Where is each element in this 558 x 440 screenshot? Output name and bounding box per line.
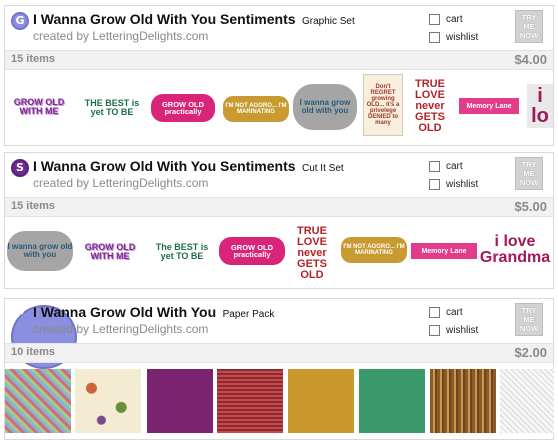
product-header: S I Wanna Grow Old With You Sentiments C…: [5, 153, 553, 197]
cart-label: cart: [446, 14, 463, 25]
thumbnail[interactable]: GROW OLD WITH ME: [77, 239, 143, 265]
thumbnail[interactable]: The BEST is yet TO BE: [149, 239, 215, 265]
price: $2.00: [514, 345, 547, 360]
paper-thumbnail[interactable]: [500, 369, 554, 433]
product-header: P I Wanna Grow Old With You Paper Pack c…: [5, 299, 553, 369]
wishlist-label: wishlist: [446, 179, 479, 190]
thumbnail[interactable]: Don't REGRET growing OLD... it's a prive…: [363, 74, 403, 136]
product-title-link[interactable]: I Wanna Grow Old With You Sentiments Cut…: [33, 158, 344, 176]
product-card: G I Wanna Grow Old With You Sentiments G…: [4, 5, 554, 146]
paper-thumbnail[interactable]: [75, 369, 141, 433]
thumbnail[interactable]: TRUE LOVE never GETS OLD: [289, 221, 335, 285]
product-title-link[interactable]: I Wanna Grow Old With You Paper Pack: [33, 304, 274, 322]
item-count: 10 items: [11, 346, 56, 358]
item-count: 15 items: [11, 53, 56, 65]
paper-thumbnail[interactable]: [359, 369, 425, 433]
product-title[interactable]: I Wanna Grow Old With You Sentiments: [33, 11, 296, 27]
item-count: 15 items: [11, 200, 56, 212]
price: $4.00: [514, 52, 547, 67]
price: $5.00: [514, 199, 547, 214]
cart-option[interactable]: cart: [429, 307, 463, 318]
paper-thumbnail[interactable]: [5, 369, 71, 433]
product-title-link[interactable]: I Wanna Grow Old With You Sentiments Gra…: [33, 11, 355, 29]
info-bar: 10 items $2.00: [5, 343, 553, 363]
info-bar: 15 items $4.00: [5, 50, 553, 70]
wishlist-label: wishlist: [446, 325, 479, 336]
cut-it-set-icon: S: [11, 159, 29, 177]
thumbnail-strip[interactable]: GROW OLD WITH ME THE BEST is yet TO BE G…: [5, 70, 553, 138]
try-me-now-button[interactable]: TRY ME NOW: [515, 157, 543, 190]
try-me-now-button[interactable]: TRY ME NOW: [515, 303, 543, 336]
cart-option[interactable]: cart: [429, 161, 463, 172]
thumbnail[interactable]: Memory Lane: [459, 98, 519, 114]
wishlist-checkbox[interactable]: [429, 32, 440, 43]
wishlist-option[interactable]: wishlist: [429, 325, 478, 336]
wishlist-label: wishlist: [446, 32, 479, 43]
thumbnail[interactable]: i love Grandma: [479, 227, 551, 273]
creator-link[interactable]: created by LetteringDelights.com: [33, 322, 208, 336]
thumbnail[interactable]: I wanna grow old with you: [7, 231, 73, 271]
thumbnail[interactable]: I'M NOT AGGRO... I'M MARINATING: [341, 237, 407, 263]
paper-thumbnail[interactable]: [430, 369, 496, 433]
cart-option[interactable]: cart: [429, 14, 463, 25]
thumbnail-strip[interactable]: I wanna grow old with you GROW OLD WITH …: [5, 217, 553, 285]
cart-checkbox[interactable]: [429, 307, 440, 318]
product-title[interactable]: I Wanna Grow Old With You: [33, 304, 216, 320]
cart-label: cart: [446, 307, 463, 318]
creator-link[interactable]: created by LetteringDelights.com: [33, 176, 208, 190]
thumbnail[interactable]: I wanna grow old with you: [293, 84, 357, 130]
cart-checkbox[interactable]: [429, 14, 440, 25]
product-type: Graphic Set: [301, 16, 355, 27]
product-header: G I Wanna Grow Old With You Sentiments G…: [5, 6, 553, 50]
try-me-now-button[interactable]: TRY ME NOW: [515, 10, 543, 43]
product-card: P I Wanna Grow Old With You Paper Pack c…: [4, 298, 554, 440]
wishlist-checkbox[interactable]: [429, 325, 440, 336]
product-type: Cut It Set: [301, 163, 344, 174]
paper-thumbnail-strip[interactable]: [5, 363, 554, 433]
thumbnail[interactable]: THE BEST is yet TO BE: [77, 96, 147, 120]
creator-link[interactable]: created by LetteringDelights.com: [33, 29, 208, 43]
thumbnail[interactable]: GROW OLD practically: [151, 94, 215, 122]
thumbnail[interactable]: Memory Lane: [411, 243, 477, 259]
info-bar: 15 items $5.00: [5, 197, 553, 217]
product-type: Paper Pack: [222, 309, 275, 320]
thumbnail[interactable]: I'M NOT AGGRO... I'M MARINATING: [223, 96, 289, 122]
wishlist-option[interactable]: wishlist: [429, 179, 478, 190]
graphic-set-icon: G: [11, 12, 29, 30]
product-card: S I Wanna Grow Old With You Sentiments C…: [4, 152, 554, 289]
cart-label: cart: [446, 161, 463, 172]
wishlist-checkbox[interactable]: [429, 179, 440, 190]
paper-thumbnail[interactable]: [288, 369, 354, 433]
thumbnail[interactable]: GROW OLD practically: [219, 237, 285, 265]
paper-thumbnail[interactable]: [147, 369, 213, 433]
thumbnail[interactable]: TRUE LOVE never GETS OLD: [407, 74, 453, 138]
thumbnail[interactable]: i lo: [527, 84, 553, 128]
thumbnail[interactable]: GROW OLD WITH ME: [7, 92, 71, 122]
wishlist-option[interactable]: wishlist: [429, 32, 478, 43]
paper-thumbnail[interactable]: [217, 369, 283, 433]
cart-checkbox[interactable]: [429, 161, 440, 172]
product-title[interactable]: I Wanna Grow Old With You Sentiments: [33, 158, 296, 174]
